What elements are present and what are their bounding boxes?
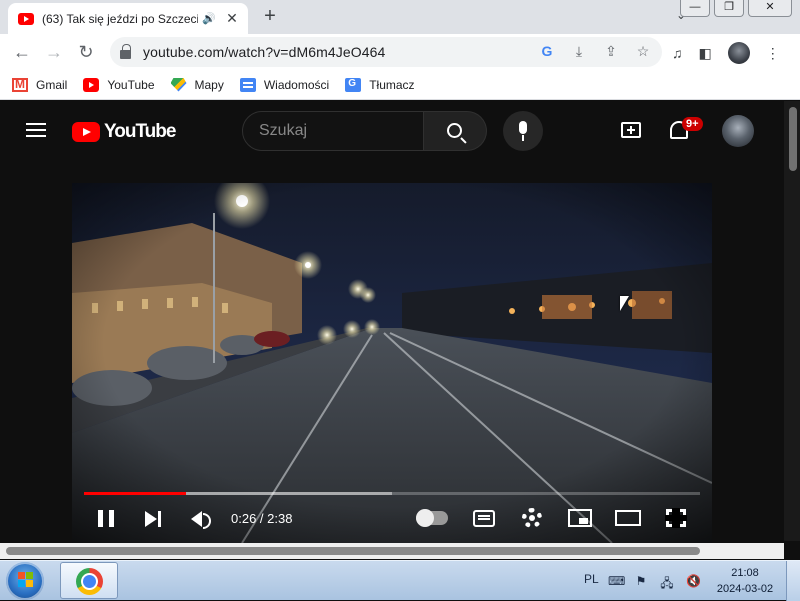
search-input[interactable] bbox=[242, 111, 424, 151]
volume-icon[interactable] bbox=[191, 506, 213, 532]
side-panel-icon[interactable]: ◧ bbox=[699, 45, 712, 62]
news-icon bbox=[239, 77, 256, 92]
pause-button[interactable] bbox=[98, 506, 116, 532]
keyboard-icon[interactable]: ⌨ bbox=[608, 574, 625, 595]
translate-icon bbox=[345, 77, 362, 92]
share-icon[interactable]: ⇪ bbox=[602, 43, 620, 60]
chrome-icon bbox=[76, 568, 103, 595]
forward-button[interactable]: → bbox=[42, 40, 66, 64]
reload-button[interactable]: ↻ bbox=[74, 40, 98, 64]
start-button[interactable] bbox=[6, 562, 44, 600]
create-video-icon[interactable] bbox=[621, 122, 641, 138]
bookmark-label: Wiadomości bbox=[263, 77, 330, 92]
toolbar-right: ♫ ◧ ⋮ bbox=[672, 42, 780, 64]
taskbar-clock[interactable]: 21:08 2024-03-02 bbox=[712, 565, 778, 597]
close-window-button[interactable]: ✕ bbox=[748, 0, 792, 17]
tab-audio-icon[interactable]: 🔊 bbox=[202, 12, 216, 25]
seek-progress bbox=[84, 492, 186, 495]
settings-gear-icon[interactable] bbox=[522, 508, 542, 528]
browser-toolbar: ← → ↻ youtube.com/watch?v=dM6m4JeO464 G … bbox=[0, 34, 800, 70]
search-icon bbox=[447, 123, 462, 138]
page-scrollbar-thumb[interactable] bbox=[789, 107, 797, 171]
url-text[interactable]: youtube.com/watch?v=dM6m4JeO464 bbox=[143, 44, 385, 60]
miniplayer-button[interactable] bbox=[568, 509, 592, 527]
window-controls: — ❐ ✕ bbox=[680, 0, 792, 17]
bookmark-maps[interactable]: Mapy bbox=[170, 77, 224, 92]
bookmark-star-icon[interactable]: ☆ bbox=[634, 43, 652, 60]
voice-search-mic-icon[interactable] bbox=[503, 111, 543, 151]
install-app-icon[interactable]: ⤓ bbox=[570, 43, 588, 60]
bookmark-label: Tłumacz bbox=[369, 77, 415, 92]
search-button[interactable] bbox=[424, 111, 487, 151]
search-box bbox=[242, 111, 487, 151]
youtube-favicon-icon bbox=[18, 12, 34, 25]
volume-muted-icon[interactable]: 🔇 bbox=[686, 574, 701, 595]
network-icon[interactable]: 🖧 bbox=[660, 574, 674, 595]
gmail-icon bbox=[12, 77, 28, 92]
bookmark-news[interactable]: Wiadomości bbox=[239, 77, 330, 92]
horizontal-scrollbar-thumb[interactable] bbox=[6, 547, 700, 555]
bookmark-label: Mapy bbox=[194, 77, 224, 92]
time-display: 0:26 / 2:38 bbox=[231, 511, 293, 526]
maps-icon bbox=[170, 77, 187, 92]
notifications-badge: 9+ bbox=[682, 117, 703, 131]
browser-tab-active[interactable]: (63) Tak się jeździ po Szczeci 🔊 ✕ bbox=[8, 3, 248, 34]
address-bar[interactable]: youtube.com/watch?v=dM6m4JeO464 G ⤓ ⇪ ☆ bbox=[110, 37, 662, 67]
restore-button[interactable]: ❐ bbox=[714, 0, 744, 17]
youtube-play-logo-icon bbox=[72, 122, 100, 142]
bookmark-label: Gmail bbox=[36, 77, 68, 92]
video-player[interactable]: 0:26 / 2:38 bbox=[72, 183, 712, 543]
language-indicator[interactable]: PL bbox=[584, 572, 599, 586]
theater-mode-button[interactable] bbox=[615, 510, 641, 526]
youtube-account-avatar[interactable] bbox=[722, 115, 754, 147]
show-desktop-button[interactable] bbox=[786, 561, 800, 601]
fullscreen-button[interactable] bbox=[665, 508, 687, 528]
clock-time: 21:08 bbox=[731, 567, 759, 579]
windows-logo-icon bbox=[18, 572, 33, 587]
omnibox-actions: G ⤓ ⇪ ☆ bbox=[538, 43, 652, 60]
new-tab-button[interactable]: + bbox=[258, 5, 282, 29]
youtube-icon bbox=[83, 77, 100, 92]
tab-strip: (63) Tak się jeździ po Szczeci 🔊 ✕ + ⌄ —… bbox=[0, 0, 800, 34]
youtube-wordmark: YouTube bbox=[104, 121, 176, 142]
tab-close-icon[interactable]: ✕ bbox=[224, 10, 240, 27]
google-lens-icon[interactable]: G bbox=[538, 43, 556, 60]
bookmark-translate[interactable]: Tłumacz bbox=[345, 77, 415, 92]
system-tray: ⌨ ⚑ 🖧 🔇 bbox=[608, 574, 701, 595]
bookmark-gmail[interactable]: Gmail bbox=[12, 77, 68, 92]
windows-taskbar: PL ⌨ ⚑ 🖧 🔇 21:08 2024-03-02 bbox=[0, 560, 800, 601]
bookmark-youtube[interactable]: YouTube bbox=[83, 77, 155, 92]
hamburger-menu-icon[interactable] bbox=[26, 123, 46, 125]
action-center-flag-icon[interactable]: ⚑ bbox=[634, 574, 648, 595]
next-video-button[interactable] bbox=[145, 506, 163, 532]
profile-avatar[interactable] bbox=[727, 42, 750, 64]
mouse-cursor-icon bbox=[620, 296, 629, 311]
chrome-menu-icon[interactable]: ⋮ bbox=[766, 45, 780, 62]
clock-date: 2024-03-02 bbox=[716, 583, 774, 595]
subtitles-button[interactable] bbox=[473, 510, 495, 527]
youtube-logo[interactable]: YouTube bbox=[72, 121, 176, 143]
youtube-masthead: YouTube bbox=[0, 101, 784, 157]
back-button[interactable]: ← bbox=[10, 40, 34, 64]
taskbar-chrome-button[interactable] bbox=[60, 562, 118, 599]
minimize-button[interactable]: — bbox=[680, 0, 710, 17]
video-frame-night-street bbox=[72, 183, 712, 543]
bookmarks-bar: Gmail YouTube Mapy Wiadomości Tłumacz bbox=[0, 70, 800, 100]
seek-bar[interactable] bbox=[84, 492, 700, 495]
lock-icon[interactable] bbox=[120, 43, 131, 59]
autoplay-toggle[interactable] bbox=[416, 509, 448, 527]
media-control-icon[interactable]: ♫ bbox=[672, 45, 683, 61]
bookmark-label: YouTube bbox=[107, 77, 155, 92]
tab-title: (63) Tak się jeździ po Szczeci bbox=[42, 11, 199, 26]
